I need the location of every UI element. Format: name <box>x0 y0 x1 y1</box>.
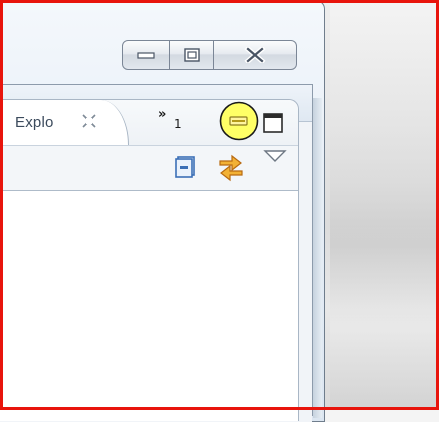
view-stack-shadow <box>313 98 322 418</box>
explorer-view-stack: Explo » 1: <box>0 99 299 421</box>
view-toolbar <box>0 145 298 191</box>
maximize-icon <box>183 48 200 62</box>
tab-explorer-label: Explo <box>15 114 54 131</box>
close-icon <box>244 47 266 63</box>
link-with-editor-icon[interactable] <box>216 152 246 182</box>
content-text: : <box>0 198 5 215</box>
close-tab-icon[interactable] <box>79 111 99 131</box>
view-menu-icon[interactable] <box>262 148 288 166</box>
caption-buttons <box>122 40 307 70</box>
view-overflow-chevron[interactable]: » 1 <box>158 107 198 135</box>
view-minimize-button[interactable] <box>219 101 259 141</box>
desktop-stripe <box>330 0 439 410</box>
overflow-count: 1 <box>174 117 182 131</box>
minimize-icon <box>137 52 155 59</box>
application-window: Explo » 1: <box>0 0 326 422</box>
close-button[interactable] <box>214 40 297 70</box>
minimize-button[interactable] <box>122 40 170 70</box>
maximize-button[interactable] <box>170 40 214 70</box>
explorer-content[interactable]: : <box>0 191 298 421</box>
view-maximize-icon[interactable] <box>263 113 283 133</box>
view-minimize-icon <box>229 116 248 126</box>
tab-explorer[interactable]: Explo <box>0 100 129 145</box>
chevron-double-icon: » <box>158 107 167 122</box>
collapse-all-icon[interactable] <box>175 156 197 178</box>
view-tab-strip: Explo » 1 <box>0 100 298 145</box>
